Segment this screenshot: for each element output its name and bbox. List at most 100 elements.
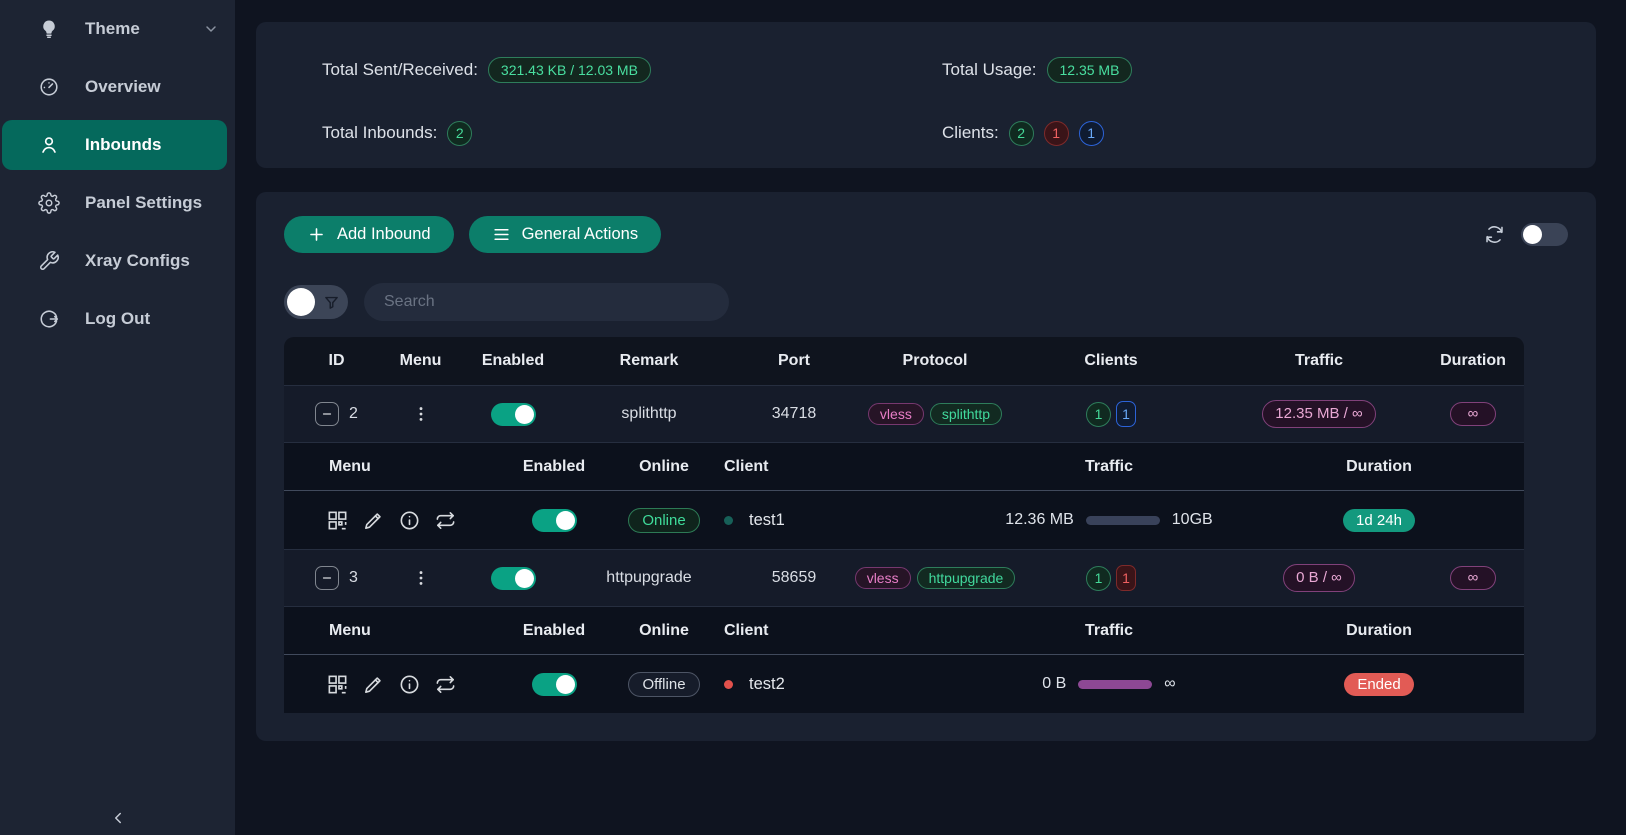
stats-card: Total Sent/Received: 321.43 KB / 12.03 M… xyxy=(256,22,1596,168)
header-enabled: Enabled xyxy=(452,352,574,370)
menu-lines-icon xyxy=(492,225,511,244)
sidebar-item-theme[interactable]: Theme xyxy=(0,0,235,58)
qr-code-icon[interactable] xyxy=(326,509,349,532)
info-icon[interactable] xyxy=(398,509,421,532)
stat-total-inbounds: Total Inbounds: 2 xyxy=(322,113,942,153)
refresh-icon[interactable] xyxy=(1483,223,1506,246)
stat-label: Total Usage: xyxy=(942,60,1037,80)
header-id: ID xyxy=(284,352,389,370)
sub-header-enabled: Enabled xyxy=(484,458,624,476)
sidebar: Theme Overview Inbounds xyxy=(0,0,235,835)
inbound-id: 2 xyxy=(349,405,358,423)
lightbulb-icon xyxy=(38,18,60,40)
sidebar-item-label: Log Out xyxy=(85,309,150,329)
inbound-enabled-toggle[interactable] xyxy=(491,403,536,426)
stat-label: Clients: xyxy=(942,123,999,143)
client-enabled-toggle[interactable] xyxy=(532,673,577,696)
client-name: test1 xyxy=(749,511,785,530)
protocol-tag: vless xyxy=(868,403,924,425)
toggle-knob xyxy=(287,288,315,316)
client-duration-badge: Ended xyxy=(1344,673,1413,696)
reset-traffic-icon[interactable] xyxy=(434,673,457,696)
sidebar-item-xray-configs[interactable]: Xray Configs xyxy=(0,232,235,290)
client-name: test2 xyxy=(749,675,785,694)
search-input[interactable] xyxy=(364,283,729,321)
sub-header-enabled: Enabled xyxy=(484,622,624,640)
sub-header-client: Client xyxy=(704,622,984,640)
toggle-knob xyxy=(515,569,534,588)
sub-header-traffic: Traffic xyxy=(984,622,1234,640)
right-controls xyxy=(1483,223,1568,246)
add-inbound-label: Add Inbound xyxy=(337,225,431,244)
inbounds-card: Add Inbound General Actions xyxy=(256,192,1596,741)
qr-code-icon[interactable] xyxy=(326,673,349,696)
sidebar-collapse-button[interactable] xyxy=(0,809,235,827)
protocol-tag: vless xyxy=(855,567,911,589)
inbound-remark: splithttp xyxy=(621,405,676,423)
client-count-badge: 1 xyxy=(1116,401,1136,427)
header-port: Port xyxy=(724,352,864,370)
header-traffic: Traffic xyxy=(1216,352,1422,370)
toggle-knob xyxy=(515,405,534,424)
client-status-dot xyxy=(724,680,733,689)
traffic-progress-bar xyxy=(1086,516,1160,525)
inbound-row: 3 httpupgrade 58659 vless httpupgrade 1 … xyxy=(284,549,1524,606)
traffic-used: 12.36 MB xyxy=(1005,511,1073,529)
inbound-port: 34718 xyxy=(772,405,817,423)
total-usage-badge: 12.35 MB xyxy=(1047,57,1133,83)
sidebar-item-label: Theme xyxy=(85,19,140,39)
clients-active-badge: 2 xyxy=(1009,121,1034,146)
inbound-enabled-toggle[interactable] xyxy=(491,567,536,590)
wrench-icon xyxy=(38,250,60,272)
inbound-remark: httpupgrade xyxy=(606,569,691,587)
client-row: Offline test2 0 B ∞ Ended xyxy=(284,655,1524,713)
online-status-badge: Offline xyxy=(628,672,699,697)
transport-tag: httpupgrade xyxy=(917,567,1016,589)
traffic-progress-bar xyxy=(1078,680,1152,689)
toggle-knob xyxy=(556,675,575,694)
filter-toggle[interactable] xyxy=(284,285,348,319)
client-enabled-toggle[interactable] xyxy=(532,509,577,532)
toggle-knob xyxy=(556,511,575,530)
filter-icon xyxy=(323,294,340,311)
sub-header-online: Online xyxy=(624,458,704,476)
traffic-cap: ∞ xyxy=(1164,675,1175,693)
add-inbound-button[interactable]: Add Inbound xyxy=(284,216,454,253)
duration-badge: ∞ xyxy=(1450,402,1497,426)
client-count-badge: 1 xyxy=(1086,402,1111,427)
sidebar-item-label: Inbounds xyxy=(85,135,161,155)
stat-label: Total Inbounds: xyxy=(322,123,437,143)
collapse-row-button[interactable] xyxy=(315,566,339,590)
sidebar-item-inbounds[interactable]: Inbounds xyxy=(2,120,227,170)
chevron-down-icon xyxy=(203,21,219,37)
auto-refresh-toggle[interactable] xyxy=(1521,223,1568,246)
client-status-dot xyxy=(724,516,733,525)
sidebar-item-label: Xray Configs xyxy=(85,251,190,271)
info-icon[interactable] xyxy=(398,673,421,696)
general-actions-button[interactable]: General Actions xyxy=(469,216,661,253)
sidebar-item-panel-settings[interactable]: Panel Settings xyxy=(0,174,235,232)
gauge-icon xyxy=(38,76,60,98)
inbound-row: 2 splithttp 34718 vless splithttp 1 1 xyxy=(284,385,1524,442)
row-menu-button[interactable] xyxy=(411,568,431,588)
traffic-badge: 12.35 MB / ∞ xyxy=(1262,400,1375,428)
inbounds-table: ID Menu Enabled Remark Port Protocol Cli… xyxy=(284,337,1524,713)
collapse-row-button[interactable] xyxy=(315,402,339,426)
sidebar-item-log-out[interactable]: Log Out xyxy=(0,290,235,348)
client-count-badge: 1 xyxy=(1086,566,1111,591)
header-clients: Clients xyxy=(1006,352,1216,370)
sub-header-online: Online xyxy=(624,622,704,640)
traffic-badge: 0 B / ∞ xyxy=(1283,564,1355,592)
sidebar-item-label: Overview xyxy=(85,77,161,97)
edit-pencil-icon[interactable] xyxy=(362,673,385,696)
header-remark: Remark xyxy=(574,352,724,370)
search-row xyxy=(284,283,1568,321)
gear-icon xyxy=(38,192,60,214)
sidebar-item-overview[interactable]: Overview xyxy=(0,58,235,116)
edit-pencil-icon[interactable] xyxy=(362,509,385,532)
actions-row: Add Inbound General Actions xyxy=(284,216,1568,253)
clients-online-badge: 1 xyxy=(1079,121,1104,146)
row-menu-button[interactable] xyxy=(411,404,431,424)
logout-icon xyxy=(38,308,60,330)
reset-traffic-icon[interactable] xyxy=(434,509,457,532)
